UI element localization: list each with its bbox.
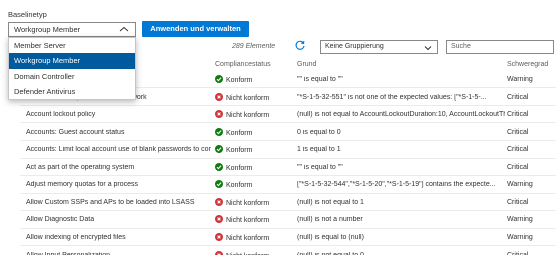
compliance-status-label: Konform [226,147,253,155]
table-row[interactable]: Accounts: Guest account status Konform 0 i… [20,124,556,142]
compliance-status-label: Konform [226,182,253,190]
error-circle-icon [215,232,223,241]
error-circle-icon [215,250,223,255]
table-row[interactable]: Allow Diagnostic Data Nicht konform (null)… [20,211,556,229]
apply-and-manage-button[interactable]: Anwenden und verwalten [142,21,249,37]
compliance-status: Nicht konform [215,250,295,255]
chevron-down-icon [424,44,432,51]
setting-name: Accounts: Limit local account use of bla… [26,146,211,154]
option-member-server[interactable]: Member Server [9,38,135,53]
baseline-type-select[interactable]: Workgroup Member [8,22,136,37]
severity-text: Critical [507,198,529,206]
compliance-status-label: Nicht konform [226,234,270,242]
setting-name: Account lockout policy [26,111,96,119]
table-row[interactable]: Act as part of the operating system Konfo… [20,159,556,177]
compliance-status: Konform [215,162,295,172]
severity-text: Critical [507,146,529,154]
reason-text: 1 is equal to 1 [297,146,341,154]
baseline-type-dropdown: Member Server Workgroup Member Domain Co… [8,37,136,100]
setting-name: Allow indexing of encrypted files [26,233,126,241]
option-defender-antivirus[interactable]: Defender Antivirus [9,84,135,99]
setting-name: Adjust memory quotas for a process [26,181,139,189]
chevron-up-icon[interactable] [117,24,131,35]
table-row[interactable]: Account lockout policy Nicht konform (null… [20,106,556,124]
check-circle-icon [215,162,223,171]
grouping-value: Keine Gruppierung [325,43,384,50]
baseline-type-label: Baselinetyp [8,10,47,19]
column-header-severity[interactable]: Schweregrad [507,61,548,68]
severity-text: Warning [507,216,533,224]
item-count: 289 Elemente [232,43,276,50]
column-header-reason[interactable]: Grund [297,61,316,68]
compliance-status: Nicht konform [215,92,295,102]
compliance-status: Nicht konform [215,197,295,207]
table-row[interactable]: Accounts: Limit local account use of bla… [20,141,556,159]
reason-text: "" is equal to "" [297,76,343,83]
compliance-status: Nicht konform [215,110,295,119]
setting-name: Act as part of the operating system [26,163,135,171]
compliance-status: Nicht konform [215,215,295,224]
compliance-status-label: Nicht konform [226,112,270,120]
compliance-status-label: Nicht konform [226,217,270,225]
check-circle-icon [215,145,223,154]
table-row[interactable]: Allow Custom SSPs and APs to be loaded i… [20,194,556,212]
table-row[interactable]: Allow indexing of encrypted files Nicht k… [20,229,556,247]
grouping-select[interactable]: Keine Gruppierung [320,40,438,54]
reason-text: (null) is equal to (null) [297,233,364,241]
reason-text: (null) is not equal to 1 [297,198,364,206]
error-circle-icon [215,110,223,119]
table-row[interactable]: Allow Input Personalization Nicht konform… [20,247,556,255]
compliance-status-label: Konform [226,77,253,84]
error-circle-icon [215,197,223,206]
check-circle-icon [215,127,223,136]
compliance-status: Konform [215,127,295,137]
severity-text: Warning [507,181,533,189]
refresh-icon[interactable] [294,40,306,52]
setting-name: Accounts: Guest account status [26,128,125,136]
severity-text: Critical [507,163,529,171]
compliance-status: Konform [215,75,295,84]
setting-name: Allow Input Personalization [26,251,111,255]
compliance-status: Nicht konform [215,232,295,242]
table-row[interactable]: Adjust memory quotas for a process Konfor… [20,176,556,194]
setting-name: Allow Diagnostic Data [26,216,95,224]
severity-text: Warning [507,233,533,241]
compliance-status: Konform [215,145,295,154]
severity-text: Critical [507,111,529,119]
severity-text: Critical [507,251,529,255]
compliance-status-label: Konform [226,129,253,137]
reason-text: "*S-1-5-32-551" is not one of the expect… [297,93,487,101]
compliance-status-label: Nicht konform [226,199,270,207]
compliance-status-label: Konform [226,164,253,172]
severity-text: Critical [507,93,529,101]
setting-name: Allow Custom SSPs and APs to be loaded i… [26,198,195,206]
reason-text: (null) is not equal to AccountLockoutDur… [297,111,505,119]
option-workgroup-member[interactable]: Workgroup Member [9,53,135,69]
severity-text: Warning [507,76,533,83]
reason-text: "" is equal to "" [297,163,343,171]
baseline-selected-value: Workgroup Member [14,25,81,34]
compliance-status-label: Nicht konform [226,94,270,102]
check-circle-icon [215,75,223,83]
compliance-status: Konform [215,180,295,189]
option-domain-controller[interactable]: Domain Controller [9,69,135,84]
reason-text: (null) is not equal to 0 [297,251,364,255]
severity-text: Critical [507,128,529,136]
reason-text: ["*S-1-5-32-544","*S-1-5-20","*S-1-5-19"… [297,181,496,189]
reason-text: 0 is equal to 0 [297,128,341,136]
check-circle-icon [215,180,223,189]
column-header-compliance[interactable]: Compliancestatus [215,61,271,68]
error-circle-icon [215,92,223,101]
error-circle-icon [215,215,223,224]
search-input[interactable]: Suche [446,40,554,54]
reason-text: (null) is not a number [297,216,363,224]
